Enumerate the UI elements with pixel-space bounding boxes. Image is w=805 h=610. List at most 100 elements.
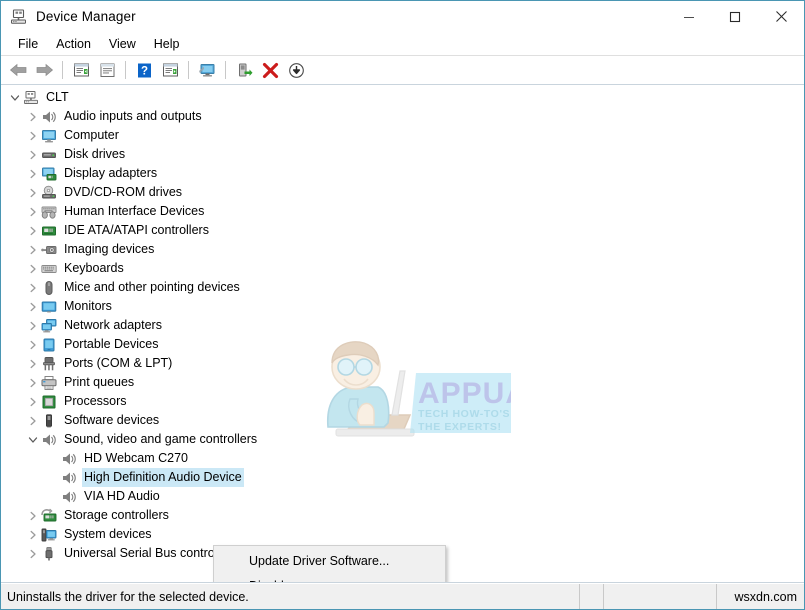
- processor-icon: [41, 394, 57, 410]
- chevron-right-icon[interactable]: [25, 107, 41, 126]
- chevron-right-icon[interactable]: [25, 506, 41, 525]
- tree-node-hd-webcam-c270[interactable]: HD Webcam C270: [1, 449, 804, 468]
- chevron-right-icon[interactable]: [25, 145, 41, 164]
- chevron-right-icon[interactable]: [25, 297, 41, 316]
- status-cell-spacer: [579, 584, 603, 609]
- status-watermark: wsxdn.com: [716, 584, 804, 609]
- tree-node-human-interface-devices[interactable]: Human Interface Devices: [1, 202, 804, 221]
- tree-node-software-devices[interactable]: Software devices: [1, 411, 804, 430]
- svg-text:?: ?: [140, 65, 147, 77]
- status-cell-empty: [603, 584, 716, 609]
- tree-node-ide-ata-atapi-controllers[interactable]: IDE ATA/ATAPI controllers: [1, 221, 804, 240]
- tree-node-label: Storage controllers: [62, 506, 171, 525]
- chevron-right-icon[interactable]: [25, 525, 41, 544]
- tree-node-display-adapters[interactable]: Display adapters: [1, 164, 804, 183]
- chevron-right-icon[interactable]: [25, 259, 41, 278]
- tree-node-imaging-devices[interactable]: Imaging devices: [1, 240, 804, 259]
- tree-node-system-devices[interactable]: System devices: [1, 525, 804, 544]
- chevron-right-icon[interactable]: [25, 373, 41, 392]
- chevron-right-icon[interactable]: [25, 544, 41, 563]
- tree-node-label: Software devices: [62, 411, 161, 430]
- menu-help[interactable]: Help: [145, 35, 189, 53]
- tree-node-label: Sound, video and game controllers: [62, 430, 259, 449]
- tree-node-label: System devices: [62, 525, 154, 544]
- maximize-button[interactable]: [712, 1, 758, 32]
- tree-node-high-definition-audio-device[interactable]: High Definition Audio Device: [1, 468, 804, 487]
- menu-view[interactable]: View: [100, 35, 145, 53]
- tree-node-portable-devices[interactable]: Portable Devices: [1, 335, 804, 354]
- display-adapter-icon: [41, 166, 57, 182]
- keyboard-icon: [41, 261, 57, 277]
- tree-node-computer[interactable]: Computer: [1, 126, 804, 145]
- device-context-menu: Update Driver Software... Disable Uninst…: [213, 545, 446, 583]
- port-icon: [41, 356, 57, 372]
- chevron-right-icon[interactable]: [25, 316, 41, 335]
- tree-node-audio-inputs-and-outputs[interactable]: Audio inputs and outputs: [1, 107, 804, 126]
- speaker-icon: [41, 109, 57, 125]
- tree-node-keyboards[interactable]: Keyboards: [1, 259, 804, 278]
- chevron-right-icon[interactable]: [25, 392, 41, 411]
- forward-icon[interactable]: [32, 58, 56, 82]
- uninstall-device-icon[interactable]: [258, 58, 282, 82]
- enable-device-icon[interactable]: [232, 58, 256, 82]
- toolbar-separator: [188, 61, 189, 79]
- chevron-right-icon[interactable]: [25, 335, 41, 354]
- menu-file[interactable]: File: [9, 35, 47, 53]
- tree-node-dvd-cd-rom-drives[interactable]: DVD/CD-ROM drives: [1, 183, 804, 202]
- back-icon[interactable]: [6, 58, 30, 82]
- monitor-blue-icon: [41, 299, 57, 315]
- tree-node-disk-drives[interactable]: Disk drives: [1, 145, 804, 164]
- camera-icon: [41, 242, 57, 258]
- tree-node-storage-controllers[interactable]: Storage controllers: [1, 506, 804, 525]
- tree-node-monitors[interactable]: Monitors: [1, 297, 804, 316]
- tree-node-label: Mice and other pointing devices: [62, 278, 242, 297]
- disable-device-icon[interactable]: [284, 58, 308, 82]
- tree-node-label: DVD/CD-ROM drives: [62, 183, 184, 202]
- tree-node-sound-video-and-game-controllers[interactable]: Sound, video and game controllers: [1, 430, 804, 449]
- chevron-right-icon[interactable]: [25, 240, 41, 259]
- chevron-down-icon[interactable]: [25, 430, 41, 449]
- toolbar-separator: [62, 61, 63, 79]
- tree-node-mice-and-other-pointing-devices[interactable]: Mice and other pointing devices: [1, 278, 804, 297]
- properties-icon[interactable]: [69, 58, 93, 82]
- help-icon[interactable]: ?: [132, 58, 156, 82]
- tree-node-network-adapters[interactable]: Network adapters: [1, 316, 804, 335]
- tree-node-via-hd-audio[interactable]: VIA HD Audio: [1, 487, 804, 506]
- tree-node-print-queues[interactable]: Print queues: [1, 373, 804, 392]
- tree-node-label: Universal Serial Bus controll: [62, 544, 222, 563]
- chevron-right-icon[interactable]: [25, 221, 41, 240]
- tree-node-label: Disk drives: [62, 145, 127, 164]
- tree-node-processors[interactable]: Processors: [1, 392, 804, 411]
- tree-node-label: Keyboards: [62, 259, 126, 278]
- tree-node-label: Network adapters: [62, 316, 164, 335]
- context-menu-item-update-driver-software[interactable]: Update Driver Software...: [214, 548, 445, 573]
- speaker-small-icon: [61, 489, 77, 505]
- update-driver-icon[interactable]: [158, 58, 182, 82]
- tree-node-label: Processors: [62, 392, 129, 411]
- chevron-right-icon[interactable]: [25, 278, 41, 297]
- tree-node-ports-com-and-lpt[interactable]: Ports (COM & LPT): [1, 354, 804, 373]
- network-icon: [41, 318, 57, 334]
- software-device-icon: [41, 413, 57, 429]
- chevron-right-icon[interactable]: [25, 183, 41, 202]
- tree-node-label: Display adapters: [62, 164, 159, 183]
- ide-controller-icon: [41, 223, 57, 239]
- chevron-right-icon[interactable]: [25, 126, 41, 145]
- chevron-down-icon[interactable]: [7, 88, 23, 107]
- chevron-right-icon[interactable]: [25, 354, 41, 373]
- help-window-icon[interactable]: [95, 58, 119, 82]
- context-menu-item-disable[interactable]: Disable: [214, 573, 445, 583]
- tree-node-label: Monitors: [62, 297, 114, 316]
- chevron-right-icon[interactable]: [25, 411, 41, 430]
- menu-action[interactable]: Action: [47, 35, 100, 53]
- chevron-right-icon[interactable]: [25, 202, 41, 221]
- computer-root-icon: [23, 90, 39, 106]
- tree-node-label: Human Interface Devices: [62, 202, 206, 221]
- minimize-button[interactable]: [666, 1, 712, 32]
- tree-node-root[interactable]: CLT: [1, 88, 804, 107]
- close-button[interactable]: [758, 1, 804, 32]
- chevron-right-icon[interactable]: [25, 164, 41, 183]
- status-message: Uninstalls the driver for the selected d…: [1, 584, 579, 609]
- tree-node-label: Audio inputs and outputs: [62, 107, 204, 126]
- scan-hardware-icon[interactable]: [195, 58, 219, 82]
